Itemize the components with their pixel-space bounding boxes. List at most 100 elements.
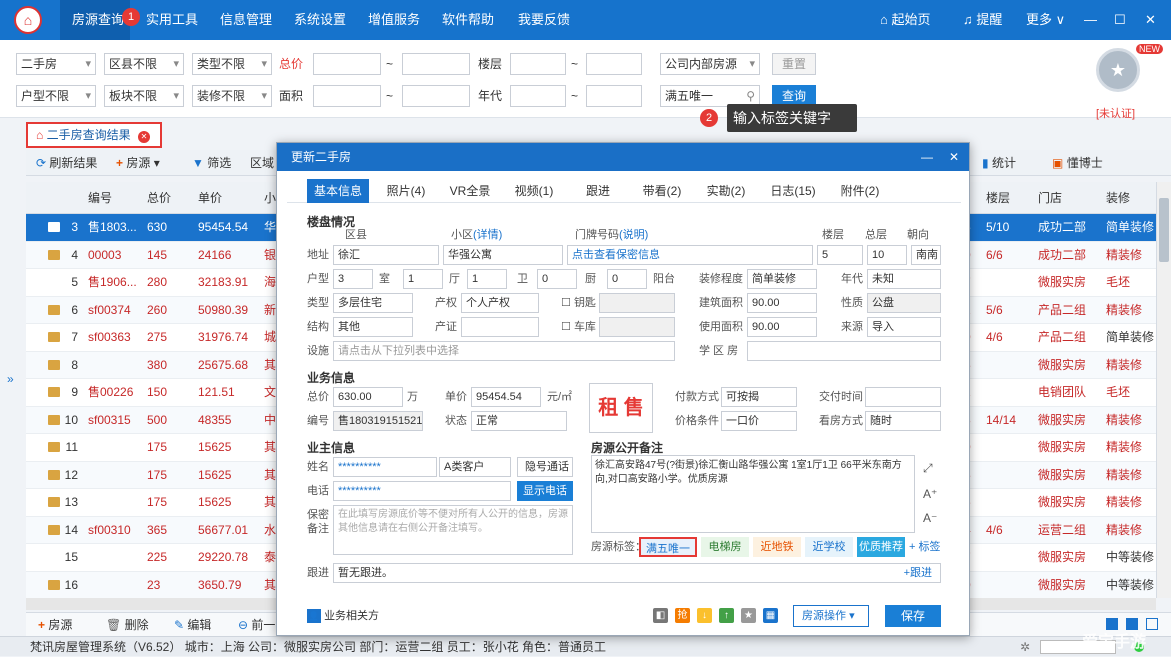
view-mode-2-icon[interactable] [1126,618,1138,630]
menu-item-house-search[interactable]: 房源查询 [60,0,130,40]
tool-icon-4[interactable]: ↑ [719,608,734,623]
xiaoqu-detail-link[interactable]: (详情) [473,229,502,241]
menu-item-info[interactable]: 信息管理 [220,0,272,40]
type-select[interactable]: 二手房 [16,53,96,75]
add-tag-button[interactable]: + 标签 [909,537,940,557]
owner-name-field[interactable]: ********** [333,457,437,477]
biz-total-field[interactable]: 630.00 [333,387,403,407]
tab-attach[interactable]: 附件(2) [833,179,887,203]
tag-premium[interactable]: 优质推荐 [857,537,905,557]
font-smaller-icon[interactable]: A⁻ [923,511,937,525]
minimize-icon[interactable]: — [1084,0,1097,40]
year-min-input[interactable] [510,85,566,107]
close-icon[interactable]: ✕ [949,143,959,171]
result-tab[interactable]: ⌂ 二手房查询结果 ✕ [26,122,162,148]
reset-button[interactable]: 重置 [772,53,816,75]
biz-unit-field[interactable]: 95454.54 [471,387,541,407]
view-field[interactable]: 随时 [865,411,941,431]
star-icon[interactable]: ★ [741,608,756,623]
balcony-field[interactable]: 0 [607,269,647,289]
orient-field[interactable]: 南南 [911,245,941,265]
biz-state-field[interactable]: 正常 [471,411,567,431]
close-icon[interactable]: ✕ [1145,0,1156,40]
home-button[interactable]: ⌂ 起始页 [880,0,931,40]
floor-min-input[interactable] [510,53,566,75]
maximize-icon[interactable]: ☐ [1114,0,1126,40]
tag-elevator[interactable]: 电梯房 [701,537,749,557]
close-tab-icon[interactable]: ✕ [137,131,150,143]
add-house-button[interactable]: + 房源 ▾ [116,150,160,176]
scope-select[interactable]: 公司内部房源 [660,53,760,75]
filter-button[interactable]: ▼ 筛选 [192,150,231,176]
add-house-bottom-button[interactable]: + 房源 [38,613,72,637]
view-mode-1-icon[interactable] [1106,618,1118,630]
pay-field[interactable]: 可按揭 [721,387,797,407]
right-field[interactable]: 个人产权 [461,293,539,313]
year-field[interactable]: 未知 [867,269,941,289]
key-field[interactable] [599,293,675,313]
kitchen-field[interactable]: 0 [537,269,577,289]
hall-field[interactable]: 1 [403,269,443,289]
vertical-scrollbar[interactable] [1156,182,1171,598]
district-select[interactable]: 区县不限 [104,53,184,75]
related-parties-button[interactable]: 👤 业务相关方 [307,607,379,623]
tab-video[interactable]: 视频(1) [507,179,561,203]
tag-mwwy[interactable]: 满五唯一 [639,537,697,557]
secret-note-field[interactable]: 在此填写房源底价等不便对所有人公开的信息，房源其他信息请在右侧公开备注填写。 [333,505,573,555]
menu-item-value-added[interactable]: 增值服务 [368,0,420,40]
room-field[interactable]: 3 [333,269,373,289]
menu-item-feedback[interactable]: 我要反馈 [518,0,570,40]
calc-icon[interactable]: ▦ [763,608,778,623]
menu-item-tools[interactable]: 实用工具 [146,0,198,40]
col-total[interactable]: 总价 [147,182,171,214]
menpai-help-link[interactable]: (说明) [619,229,648,241]
cert-status[interactable]: [未认证] [1096,105,1135,121]
menu-item-settings[interactable]: 系统设置 [294,0,346,40]
col-floor[interactable]: 楼层 [986,182,1010,214]
garage-field[interactable] [599,317,675,337]
block-select[interactable]: 板块不限 [104,85,184,107]
follow-field[interactable]: 暂无跟进。 +跟进 [333,563,941,583]
view-mode-3-icon[interactable] [1146,618,1158,630]
school-field[interactable] [747,341,941,361]
prev-button[interactable]: ⊖ 前一 [238,613,275,637]
tab-follow[interactable]: 跟进 [571,179,625,203]
biz-no-field[interactable]: 售180319151521 [333,411,423,431]
cert-field[interactable] [461,317,539,337]
tool-icon-3[interactable]: ↓ [697,608,712,623]
refresh-button[interactable]: ⟳ 刷新结果 [36,150,97,176]
expand-icon[interactable]: » [7,372,14,386]
col-decor[interactable]: 装修 [1106,182,1130,214]
tab-basic[interactable]: 基本信息 [307,179,369,203]
stats-button[interactable]: ▮ 统计 [982,150,1016,176]
save-button[interactable]: 保存 [885,605,941,627]
tag-school[interactable]: 近学校 [805,537,853,557]
house-ops-dropdown[interactable]: 房源操作 ▾ [793,605,869,627]
kind-select[interactable]: 类型不限 [192,53,272,75]
key-checkbox[interactable]: ☐ 钥匙 [561,293,596,313]
tool-icon-2[interactable]: 抢 [675,608,690,623]
price-max-input[interactable] [402,53,470,75]
district-field[interactable]: 徐汇 [333,245,439,265]
show-phone-button[interactable]: 显示电话 [517,481,573,501]
col-no[interactable]: 编号 [88,182,112,214]
cond-field[interactable]: 一口价 [721,411,797,431]
xiaoqu-field[interactable]: 华强公寓 [443,245,563,265]
edit-button[interactable]: ✎ 编辑 [174,613,211,637]
layout-select[interactable]: 户型不限 [16,85,96,107]
year-max-input[interactable] [586,85,642,107]
owner-phone-field[interactable]: ********** [333,481,511,501]
bath-field[interactable]: 1 [467,269,507,289]
delivery-field[interactable] [865,387,941,407]
delete-button[interactable]: 🗑 删除 [106,613,149,637]
minimize-icon[interactable]: — [921,143,933,171]
font-larger-icon[interactable]: A⁺ [923,487,937,501]
tag-metro[interactable]: 近地铁 [753,537,801,557]
price-min-input[interactable] [313,53,381,75]
source-field[interactable]: 导入 [867,317,941,337]
nature-field[interactable]: 公盘 [867,293,941,313]
area-max-input[interactable] [402,85,470,107]
type-field[interactable]: 多层住宅 [333,293,413,313]
use-area-field[interactable]: 90.00 [747,317,817,337]
col-unit[interactable]: 单价 [198,182,222,214]
